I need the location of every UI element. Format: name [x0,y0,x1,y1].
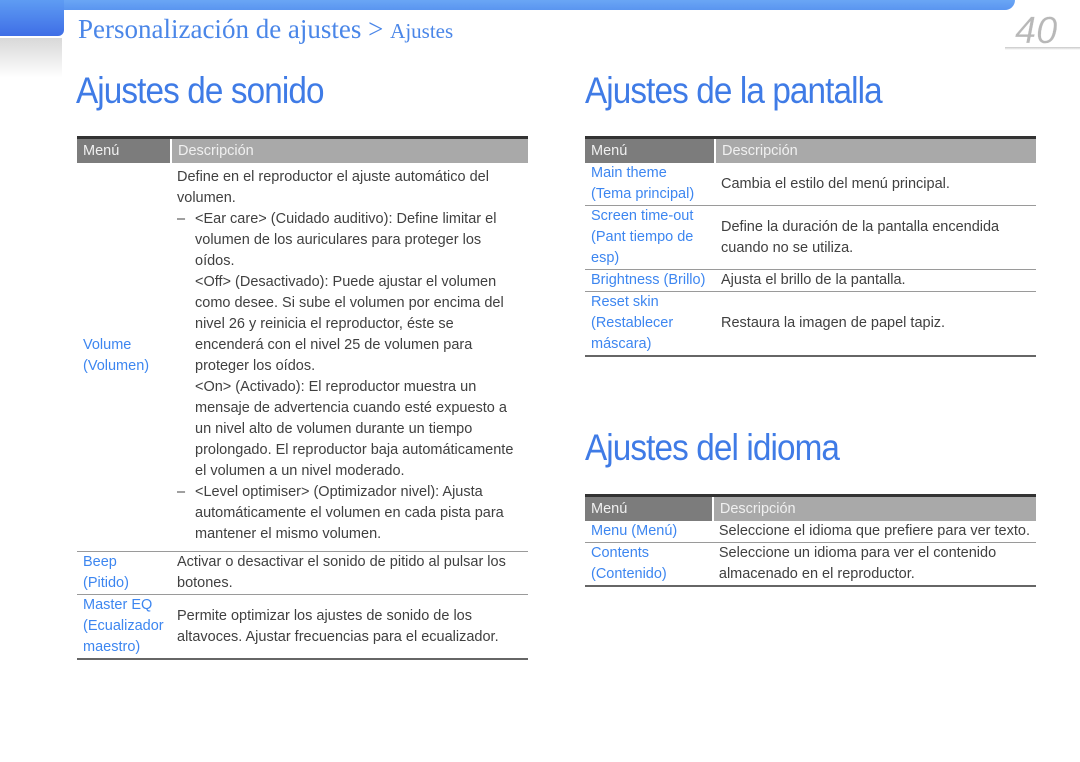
dash-bullet: – [177,211,186,227]
menu-item-menu-language[interactable]: Menu (Menú) [585,521,713,543]
language-settings-table: Menú Descripción Menu (Menú) Seleccione … [585,494,1036,587]
description-text: <On> (Activado): El reproductor muestra … [195,379,514,479]
menu-item-contents-language[interactable]: Contents (Contenido) [585,542,713,587]
column-header-description: Descripción [714,136,1036,163]
description-cell: Restaura la imagen de papel tapiz. [715,291,1036,357]
corner-shadow [0,38,62,78]
top-banner [0,0,1015,10]
table-row: Master EQ (Ecualizador maestro) Permite … [77,594,528,660]
dash-bullet: – [177,484,186,500]
description-text: <Level optimiser> (Optimizador nivel): A… [195,484,504,542]
table-row: Menu (Menú) Seleccione el idioma que pre… [585,521,1036,543]
breadcrumb-main[interactable]: Personalización de ajustes [78,14,361,44]
description-cell: Activar o desactivar el sonido de pitido… [171,551,528,595]
description-cell: Ajusta el brillo de la pantalla. [715,269,1036,292]
column-header-menu: Menú [77,136,171,163]
menu-item-screen-timeout[interactable]: Screen time-out (Pant tiempo de esp) [585,205,715,270]
table-row: Main theme (Tema principal) Cambia el es… [585,163,1036,206]
menu-item-brightness[interactable]: Brightness (Brillo) [585,269,715,292]
list-item: – <Ear care> (Cuidado auditivo): Define … [177,209,522,272]
table-header: Menú Descripción [77,136,528,163]
column-header-menu: Menú [585,494,713,521]
sound-settings-table: Menú Descripción Volume (Volumen) Define… [77,136,528,660]
table-row: Beep (Pitido) Activar o desactivar el so… [77,551,528,595]
description-cell: Define en el reproductor el ajuste autom… [171,163,528,552]
table-row: Volume (Volumen) Define en el reproducto… [77,163,528,552]
table-row: Screen time-out (Pant tiempo de esp) Def… [585,205,1036,270]
description-cell: Define la duración de la pantalla encend… [715,205,1036,270]
table-header: Menú Descripción [585,136,1036,163]
menu-item-label: Volume [83,337,132,353]
breadcrumb-separator: > [368,14,384,44]
menu-item-reset-skin[interactable]: Reset skin (Restablecer máscara) [585,291,715,357]
description-cell: Seleccione el idioma que prefiere para v… [712,521,1036,543]
column-header-description: Descripción [170,136,528,163]
menu-item-main-theme[interactable]: Main theme (Tema principal) [585,163,715,206]
breadcrumb: Personalización de ajustes > Ajustes [78,14,453,45]
breadcrumb-current: Ajustes [390,19,454,43]
table-row: Reset skin (Restablecer máscara) Restaur… [585,291,1036,357]
page-number-underline [1005,47,1080,50]
menu-item-volume[interactable]: Volume (Volumen) [77,163,171,552]
column-header-menu: Menú [585,136,715,163]
display-settings-title: Ajustes de la pantalla [585,70,883,111]
list-item: – <Level optimiser> (Optimizador nivel):… [177,482,522,545]
description-text: Define en el reproductor el ajuste autom… [177,169,489,206]
corner-tab-accent [0,0,64,36]
description-text: <Off> (Desactivado): Puede ajustar el vo… [195,274,504,374]
table-row: Contents (Contenido) Seleccione un idiom… [585,542,1036,587]
sound-settings-title: Ajustes de sonido [76,70,324,111]
language-settings-title: Ajustes del idioma [585,427,840,468]
description-cell: Cambia el estilo del menú principal. [715,163,1036,206]
table-header: Menú Descripción [585,494,1036,521]
menu-item-label-translation: (Volumen) [83,358,150,374]
display-settings-table: Menú Descripción Main theme (Tema princi… [585,136,1036,357]
menu-item-master-eq[interactable]: Master EQ (Ecualizador maestro) [77,594,171,660]
table-row: Brightness (Brillo) Ajusta el brillo de … [585,269,1036,292]
menu-item-beep[interactable]: Beep (Pitido) [77,551,171,595]
description-text: <Ear care> (Cuidado auditivo): Define li… [195,211,497,269]
description-cell: Permite optimizar los ajustes de sonido … [171,594,528,660]
description-cell: Seleccione un idioma para ver el conteni… [712,542,1036,587]
column-header-description: Descripción [711,494,1036,521]
